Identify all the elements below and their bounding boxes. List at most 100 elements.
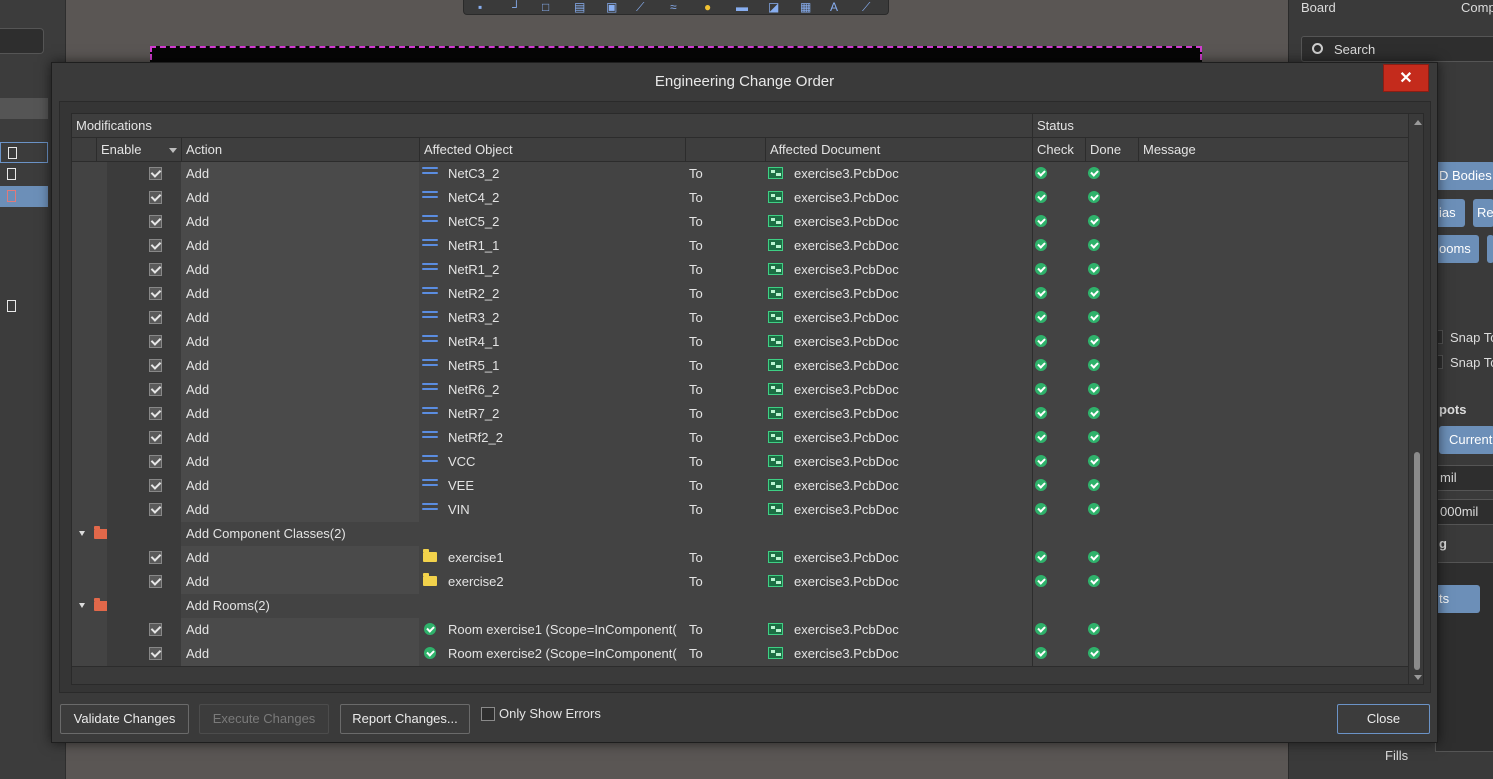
enable-checkbox[interactable] <box>149 407 162 420</box>
table-row[interactable]: Add NetR5_1 To exercise3.PcbDoc <box>72 354 1408 378</box>
chip-3d-bodies[interactable]: D Bodies <box>1435 162 1493 190</box>
collapse-triangle-icon[interactable] <box>79 603 85 608</box>
route-icon[interactable]: ⟋ <box>636 0 644 15</box>
chip-vias[interactable]: ias <box>1435 199 1465 227</box>
text-icon[interactable]: A <box>830 0 838 14</box>
enable-checkbox[interactable] <box>149 167 162 180</box>
enable-checkbox[interactable] <box>149 215 162 228</box>
table-row[interactable]: Add NetR4_1 To exercise3.PcbDoc <box>72 330 1408 354</box>
sort-arrow-icon[interactable] <box>169 148 177 153</box>
header-affected-document[interactable]: Affected Document <box>765 138 1032 162</box>
toolbar-icon[interactable]: ▪ <box>478 0 482 14</box>
enable-checkbox[interactable] <box>149 239 162 252</box>
table-row[interactable]: Add VIN To exercise3.PcbDoc <box>72 498 1408 522</box>
action-cell <box>181 450 419 474</box>
table-row[interactable]: Add VEE To exercise3.PcbDoc <box>72 474 1408 498</box>
header-message[interactable]: Message <box>1138 138 1408 162</box>
enable-checkbox[interactable] <box>149 503 162 516</box>
enable-checkbox[interactable] <box>149 287 162 300</box>
chip-regions[interactable]: Re <box>1473 199 1493 227</box>
left-panel-file-selected[interactable] <box>0 186 48 207</box>
vertical-scrollbar[interactable] <box>1408 114 1423 684</box>
net-icon <box>422 454 438 466</box>
header-affected-object[interactable]: Affected Object <box>419 138 685 162</box>
table-row[interactable]: Add VCC To exercise3.PcbDoc <box>72 450 1408 474</box>
table-row[interactable]: Add exercise1 To exercise3.PcbDoc <box>72 546 1408 570</box>
action-label: Add <box>186 238 210 253</box>
header-enable[interactable]: Enable <box>96 138 181 162</box>
align-icon[interactable]: ▤ <box>574 0 585 14</box>
enable-checkbox[interactable] <box>149 479 162 492</box>
collapse-triangle-icon[interactable] <box>79 531 85 536</box>
enable-checkbox[interactable] <box>149 383 162 396</box>
header-action[interactable]: Action <box>181 138 419 162</box>
affected-document-label: exercise3.PcbDoc <box>794 334 899 349</box>
enable-checkbox[interactable] <box>149 575 162 588</box>
action-label: Add <box>186 550 210 565</box>
table-row[interactable]: Add NetR1_1 To exercise3.PcbDoc <box>72 234 1408 258</box>
chip-more[interactable] <box>1487 235 1493 263</box>
via-icon[interactable]: ● <box>704 0 711 14</box>
layer-list-selected[interactable]: ts <box>1435 585 1480 613</box>
enable-checkbox[interactable] <box>149 431 162 444</box>
only-show-errors-checkbox[interactable] <box>481 707 495 721</box>
scroll-down-icon[interactable] <box>1414 675 1422 680</box>
fill-icon[interactable]: ▬ <box>736 0 748 14</box>
header-check[interactable]: Check <box>1032 138 1085 162</box>
select-rect-icon[interactable]: □ <box>542 0 549 14</box>
table-row[interactable]: Add NetR7_2 To exercise3.PcbDoc <box>72 402 1408 426</box>
diff-pair-icon[interactable]: ≈ <box>670 0 677 14</box>
report-changes-button[interactable]: Report Changes... <box>340 704 470 734</box>
left-panel-input[interactable] <box>0 28 44 54</box>
table-row[interactable]: Add Room exercise1 (Scope=InComponent(To e… <box>72 618 1408 642</box>
table-row[interactable]: Add NetR3_2 To exercise3.PcbDoc <box>72 306 1408 330</box>
group-row[interactable]: Add Component Classes(2) <box>72 522 1408 546</box>
enable-checkbox[interactable] <box>149 191 162 204</box>
folder-icon <box>423 573 437 586</box>
enable-checkbox[interactable] <box>149 551 162 564</box>
enable-checkbox[interactable] <box>149 623 162 636</box>
table-row[interactable]: Add exercise2 To exercise3.PcbDoc <box>72 570 1408 594</box>
close-icon[interactable]: ✕ <box>1383 64 1429 92</box>
table-row[interactable]: Add Room exercise2 (Scope=InComponent(To e… <box>72 642 1408 666</box>
table-row[interactable]: Add NetR1_2 To exercise3.PcbDoc <box>72 258 1408 282</box>
toolbar-icon[interactable]: ┘ <box>512 0 521 14</box>
table-row[interactable]: Add NetC5_2 To exercise3.PcbDoc <box>72 210 1408 234</box>
line-icon[interactable]: ⟋ <box>862 0 870 15</box>
table-row[interactable]: Add NetR6_2 To exercise3.PcbDoc <box>72 378 1408 402</box>
header-done[interactable]: Done <box>1085 138 1138 162</box>
table-row[interactable]: Add NetC4_2 To exercise3.PcbDoc <box>72 186 1408 210</box>
left-panel-row[interactable] <box>0 98 48 119</box>
scroll-up-icon[interactable] <box>1414 120 1422 125</box>
execute-changes-button[interactable]: Execute Changes <box>199 704 329 734</box>
enable-checkbox[interactable] <box>149 647 162 660</box>
panel-search[interactable]: Search <box>1301 36 1493 62</box>
table-row[interactable]: Add NetRf2_2 To exercise3.PcbDoc <box>72 426 1408 450</box>
header-to[interactable] <box>685 138 765 162</box>
current-button[interactable]: Current <box>1439 426 1493 454</box>
chip-rooms[interactable]: ooms <box>1435 235 1479 263</box>
close-button[interactable]: Close <box>1337 704 1430 734</box>
enable-checkbox[interactable] <box>149 455 162 468</box>
grid-field[interactable]: 000mil <box>1435 499 1493 525</box>
room-tool-icon[interactable]: ▦ <box>800 0 811 14</box>
component-icon[interactable]: ▣ <box>606 0 617 14</box>
enable-cell <box>107 498 181 522</box>
validate-changes-button[interactable]: Validate Changes <box>60 704 189 734</box>
done-ok-icon <box>1088 167 1100 179</box>
enable-checkbox[interactable] <box>149 311 162 324</box>
left-panel-file[interactable] <box>0 296 48 317</box>
grid-field[interactable]: mil <box>1435 465 1493 491</box>
region-icon[interactable]: ◪ <box>768 0 779 14</box>
group-row[interactable]: Add Rooms(2) <box>72 594 1408 618</box>
table-row[interactable]: Add NetR2_2 To exercise3.PcbDoc <box>72 282 1408 306</box>
enable-checkbox[interactable] <box>149 335 162 348</box>
enable-checkbox[interactable] <box>149 263 162 276</box>
table-row[interactable]: Add NetC3_2 To exercise3.PcbDoc <box>72 162 1408 186</box>
scroll-thumb[interactable] <box>1414 452 1420 670</box>
check-ok-icon <box>1035 191 1047 203</box>
affected-document-label: exercise3.PcbDoc <box>794 238 899 253</box>
left-panel-file[interactable] <box>0 164 48 185</box>
enable-checkbox[interactable] <box>149 359 162 372</box>
left-panel-file[interactable] <box>0 142 48 163</box>
